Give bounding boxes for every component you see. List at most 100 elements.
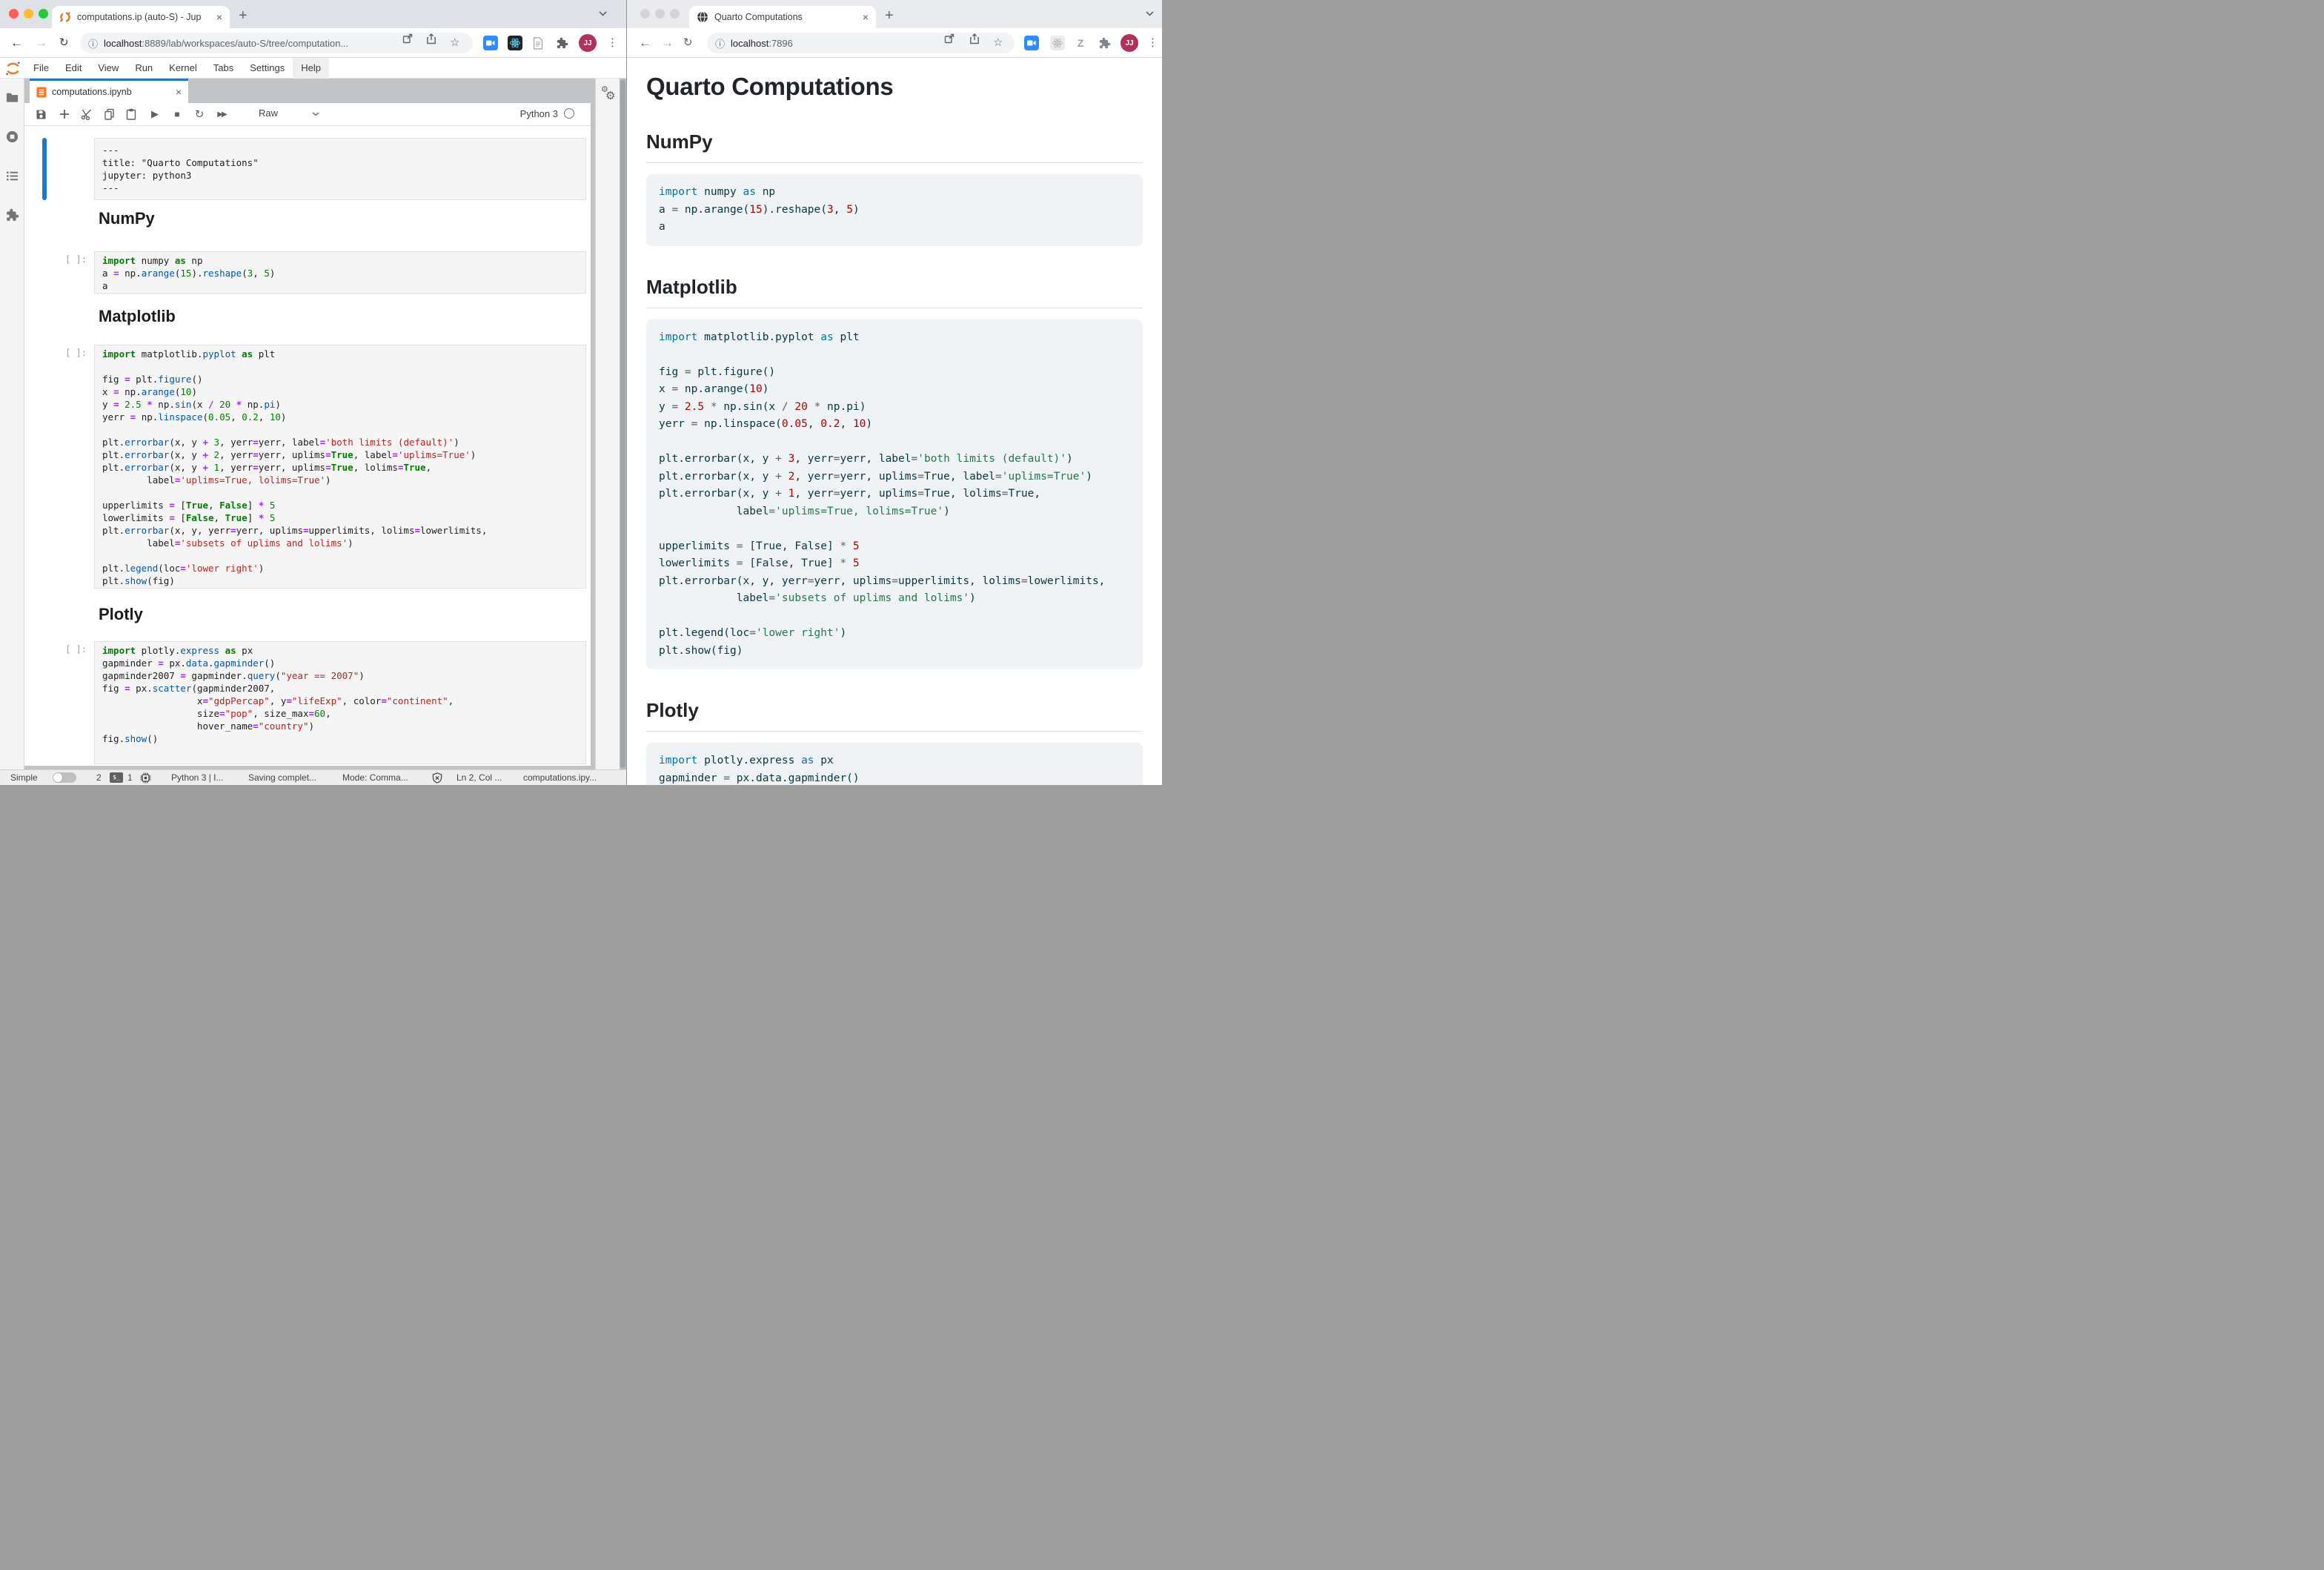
cut-cells-button[interactable] xyxy=(79,107,94,122)
paste-cells-button[interactable] xyxy=(124,107,139,122)
bookmark-star-icon[interactable]: ☆ xyxy=(993,36,1003,49)
cursor-position[interactable]: Ln 2, Col ... xyxy=(456,772,502,783)
menu-settings[interactable]: Settings xyxy=(242,58,293,79)
table-of-contents-icon[interactable] xyxy=(5,169,19,183)
save-button[interactable] xyxy=(33,107,48,122)
reload-icon[interactable]: ↻ xyxy=(683,35,693,51)
close-notebook-tab-icon[interactable]: × xyxy=(176,87,182,97)
tab-search-chevron-icon[interactable] xyxy=(599,11,607,16)
share-icon[interactable] xyxy=(969,33,980,44)
back-icon[interactable]: ← xyxy=(639,35,651,51)
maximize-window-button[interactable] xyxy=(39,9,48,19)
open-in-new-icon[interactable] xyxy=(402,33,413,44)
url-path: :7896 xyxy=(768,38,793,49)
matplotlib-code-cell[interactable]: import matplotlib.pyplot as plt fig = pl… xyxy=(94,345,586,589)
browser-tab[interactable]: computations.ip (auto-S) - Jup × xyxy=(52,6,230,28)
simple-mode-toggle[interactable] xyxy=(53,772,76,783)
notebook-content[interactable]: ---title: "Quarto Computations"jupyter: … xyxy=(24,126,591,766)
markdown-heading-numpy[interactable]: NumPy xyxy=(99,209,155,228)
raw-yaml-cell[interactable]: ---title: "Quarto Computations"jupyter: … xyxy=(94,138,586,200)
close-tab-icon[interactable]: × xyxy=(863,12,869,22)
menu-view[interactable]: View xyxy=(90,58,127,79)
forward-icon[interactable]: → xyxy=(35,35,47,51)
menu-help[interactable]: Help xyxy=(293,58,329,79)
maximize-window-button[interactable] xyxy=(670,9,680,19)
z-extension-icon[interactable]: Z xyxy=(1073,36,1088,50)
markdown-heading-matplotlib[interactable]: Matplotlib xyxy=(99,307,176,326)
numpy-code-cell[interactable]: import numpy as npa = np.arange(15).resh… xyxy=(94,251,586,294)
browser-scrollbar[interactable] xyxy=(620,79,626,769)
cell-type-select[interactable]: Raw xyxy=(259,107,278,119)
react-devtools-extension-icon[interactable] xyxy=(1050,36,1065,50)
simple-mode-label: Simple xyxy=(10,772,38,783)
zoom-extension-icon[interactable] xyxy=(1024,36,1039,50)
menu-kernel[interactable]: Kernel xyxy=(161,58,205,79)
address-bar[interactable]: ⓘ localhost:7896 xyxy=(707,33,1015,53)
restart-kernel-button[interactable]: ↻ xyxy=(192,107,207,122)
cell-prompt: [ ]: xyxy=(59,644,87,655)
close-window-button[interactable] xyxy=(640,9,650,19)
menu-edit[interactable]: Edit xyxy=(57,58,90,79)
site-info-icon[interactable]: ⓘ xyxy=(715,36,725,50)
share-icon[interactable] xyxy=(426,33,436,44)
restart-run-all-button[interactable]: ▶▶ xyxy=(214,107,229,122)
profile-avatar[interactable]: JJ xyxy=(1120,34,1138,52)
bookmark-star-icon[interactable]: ☆ xyxy=(450,36,459,49)
file-browser-icon[interactable] xyxy=(5,90,19,105)
jupyter-statusbar: Simple 2 $_ 1 Python 3 | I... Saving com… xyxy=(0,769,626,785)
section-heading-matplotlib: Matplotlib xyxy=(646,276,1143,308)
numpy-code-block: import numpy as npa = np.arange(15).resh… xyxy=(646,174,1143,246)
trust-shield-icon[interactable] xyxy=(432,772,442,784)
extensions-puzzle-icon[interactable] xyxy=(1097,36,1112,50)
extensions-puzzle-icon[interactable] xyxy=(554,36,569,50)
open-in-new-icon[interactable] xyxy=(944,33,954,44)
kernel-status-icon[interactable] xyxy=(564,108,574,119)
browser-menu-icon[interactable]: ⋮ xyxy=(1147,36,1158,49)
running-kernels-icon[interactable] xyxy=(5,130,19,144)
close-tab-icon[interactable]: × xyxy=(216,12,222,22)
markdown-heading-plotly[interactable]: Plotly xyxy=(99,605,143,624)
address-bar[interactable]: ⓘ localhost:8889/lab/workspaces/auto-S/t… xyxy=(80,33,473,53)
quarto-page[interactable]: Quarto Computations NumPy import numpy a… xyxy=(627,58,1162,785)
react-devtools-extension-icon[interactable] xyxy=(508,36,522,50)
jupyter-activity-bar xyxy=(0,79,24,769)
notebook-tab-title: computations.ipynb xyxy=(52,87,176,97)
plotly-code-cell[interactable]: import plotly.express as pxgapminder = p… xyxy=(94,641,586,764)
browser-menu-icon[interactable]: ⋮ xyxy=(607,36,618,49)
browser-tab[interactable]: Quarto Computations × xyxy=(689,6,876,28)
site-info-icon[interactable]: ⓘ xyxy=(88,36,98,50)
kernel-status-text[interactable]: Python 3 | I... xyxy=(171,772,224,783)
menu-tabs[interactable]: Tabs xyxy=(205,58,242,79)
new-tab-button[interactable]: + xyxy=(885,7,894,24)
active-cell-indicator xyxy=(42,138,47,200)
reload-icon[interactable]: ↻ xyxy=(59,35,69,51)
menu-run[interactable]: Run xyxy=(127,58,161,79)
forward-icon[interactable]: → xyxy=(661,35,674,51)
extension-manager-icon[interactable] xyxy=(5,208,19,222)
back-icon[interactable]: ← xyxy=(10,35,23,51)
zoom-extension-icon[interactable] xyxy=(483,36,498,50)
globe-favicon xyxy=(697,11,708,23)
document-extension-icon[interactable] xyxy=(531,36,545,50)
notebook-document-tab[interactable]: computations.ipynb × xyxy=(30,79,188,103)
kernel-name-button[interactable]: Python 3 xyxy=(520,108,558,119)
cell-type-chevron-icon[interactable] xyxy=(312,112,319,116)
mode-indicator[interactable]: Mode: Comma... xyxy=(342,772,408,783)
interrupt-kernel-button[interactable]: ■ xyxy=(170,107,185,122)
minimize-window-button[interactable] xyxy=(655,9,665,19)
profile-avatar[interactable]: JJ xyxy=(579,34,597,52)
run-cell-button[interactable]: ▶ xyxy=(147,107,162,122)
url-host: localhost xyxy=(104,38,142,49)
close-window-button[interactable] xyxy=(9,9,19,19)
kernels-count[interactable]: 1 xyxy=(127,772,133,783)
terminals-count[interactable]: 2 xyxy=(96,772,102,783)
add-cell-button[interactable] xyxy=(57,107,72,122)
tab-search-chevron-icon[interactable] xyxy=(1146,11,1154,16)
menu-file[interactable]: File xyxy=(25,58,57,79)
new-tab-button[interactable]: + xyxy=(239,7,248,24)
minimize-window-button[interactable] xyxy=(24,9,33,19)
saving-status-text: Saving complet... xyxy=(248,772,316,783)
section-heading-plotly: Plotly xyxy=(646,699,1143,732)
copy-cells-button[interactable] xyxy=(102,107,116,122)
jupyter-favicon xyxy=(59,11,71,23)
